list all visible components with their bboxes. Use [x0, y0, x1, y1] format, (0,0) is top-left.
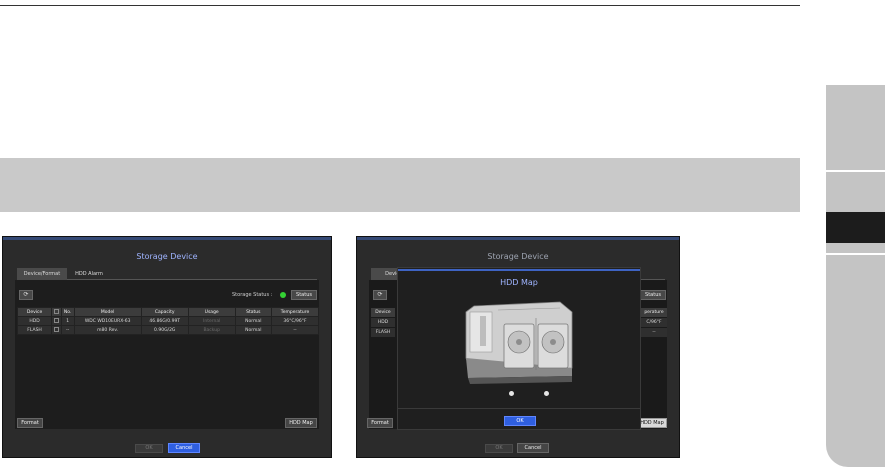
cell-device: FLASH: [371, 328, 395, 337]
cell-no: --: [60, 325, 75, 335]
row-checkbox[interactable]: [53, 317, 59, 323]
header-accent: [357, 237, 679, 240]
status-button[interactable]: Status: [640, 290, 666, 300]
dialog-title: HDD Map: [500, 278, 538, 287]
col-temperature: Temperature: [270, 307, 320, 317]
window-title: Storage Device: [136, 252, 198, 261]
top-rule: [0, 5, 800, 6]
col-model: Model: [73, 307, 142, 317]
cell-device: HDD: [16, 316, 53, 326]
hdd-map-button[interactable]: HDD Map: [637, 418, 667, 428]
table-header: Device No. Model Capacity Usage Status T…: [16, 307, 320, 317]
dvr-chassis-diagram: [465, 301, 573, 384]
hdd-port-indicator: [509, 391, 514, 396]
cancel-button[interactable]: Cancel: [168, 443, 200, 453]
cell-select[interactable]: [51, 325, 62, 335]
status-button[interactable]: Status: [291, 290, 317, 300]
select-all-checkbox[interactable]: [53, 308, 59, 314]
cell-temperature: --: [641, 328, 667, 337]
cell-temperature: 36°C/96°F: [270, 316, 320, 326]
side-tab-divider: [826, 253, 885, 255]
row-checkbox[interactable]: [53, 326, 59, 332]
col-device: Device: [371, 308, 395, 317]
col-temperature: perature: [641, 308, 667, 317]
cell-usage[interactable]: Backup: [187, 325, 236, 335]
window-title: Storage Device: [487, 252, 549, 261]
cell-temperature: C/96°F: [641, 318, 667, 327]
storage-device-screen: Storage Device Device/Format HDD Alarm ⟳…: [2, 236, 332, 458]
dialog-ok-button[interactable]: OK: [504, 416, 536, 426]
storage-status-indicator: [280, 292, 286, 298]
cell-select[interactable]: [51, 316, 62, 326]
table-row[interactable]: FLASH -- m80 Rev. 0.90G/2G Backup Normal…: [16, 325, 320, 335]
cell-temperature: --: [270, 325, 320, 335]
col-select[interactable]: [51, 307, 62, 317]
hdd-port-indicator: [544, 391, 549, 396]
side-tab-divider: [826, 170, 885, 172]
section-band: [0, 158, 800, 212]
tab-device-format[interactable]: Device/Format: [17, 268, 67, 280]
storage-device-screen-hdd-map: Storage Device Device/F ⟳ Status Device …: [356, 236, 680, 458]
side-tab-strip: [826, 85, 885, 467]
tab-hdd-alarm[interactable]: HDD Alarm: [69, 268, 109, 280]
cell-model: WDC WD10EURX-63: [73, 316, 142, 326]
cell-capacity: 46.86G/0.99T: [140, 316, 189, 326]
cell-usage[interactable]: Internal: [187, 316, 236, 326]
side-tab-active[interactable]: [826, 212, 885, 243]
col-capacity: Capacity: [140, 307, 189, 317]
content-panel: [15, 280, 319, 429]
cell-device: FLASH: [16, 325, 53, 335]
col-status: Status: [234, 307, 272, 317]
table-row[interactable]: HDD 1 WDC WD10EURX-63 46.86G/0.99T Inter…: [16, 316, 320, 326]
refresh-icon: ⟳: [377, 291, 383, 298]
cell-device: HDD: [371, 318, 395, 327]
format-button[interactable]: Format: [17, 418, 43, 428]
cell-model: m80 Rev.: [73, 325, 142, 335]
col-device: Device: [16, 307, 53, 317]
cell-status: Normal: [234, 325, 272, 335]
storage-status-label: Storage Status :: [232, 292, 273, 298]
cancel-button[interactable]: Cancel: [517, 443, 549, 453]
tab-bar: Device/Format HDD Alarm: [17, 268, 317, 280]
header-accent: [3, 237, 331, 240]
col-no: No.: [60, 307, 75, 317]
dialog-accent: [398, 269, 640, 271]
format-button[interactable]: Format: [367, 418, 393, 428]
cell-status: Normal: [234, 316, 272, 326]
refresh-icon: ⟳: [23, 291, 29, 298]
cell-capacity: 0.90G/2G: [140, 325, 189, 335]
hdd-map-button[interactable]: HDD Map: [285, 418, 317, 428]
ok-button[interactable]: OK: [135, 444, 163, 453]
hdd-map-dialog: HDD Map OK: [397, 267, 641, 430]
cell-no: 1: [60, 316, 75, 326]
col-usage: Usage: [187, 307, 236, 317]
ok-button[interactable]: OK: [485, 444, 513, 453]
device-table: Device No. Model Capacity Usage Status T…: [16, 307, 320, 335]
refresh-button[interactable]: ⟳: [19, 290, 33, 300]
refresh-button[interactable]: ⟳: [373, 290, 387, 300]
dialog-divider: [398, 408, 640, 409]
